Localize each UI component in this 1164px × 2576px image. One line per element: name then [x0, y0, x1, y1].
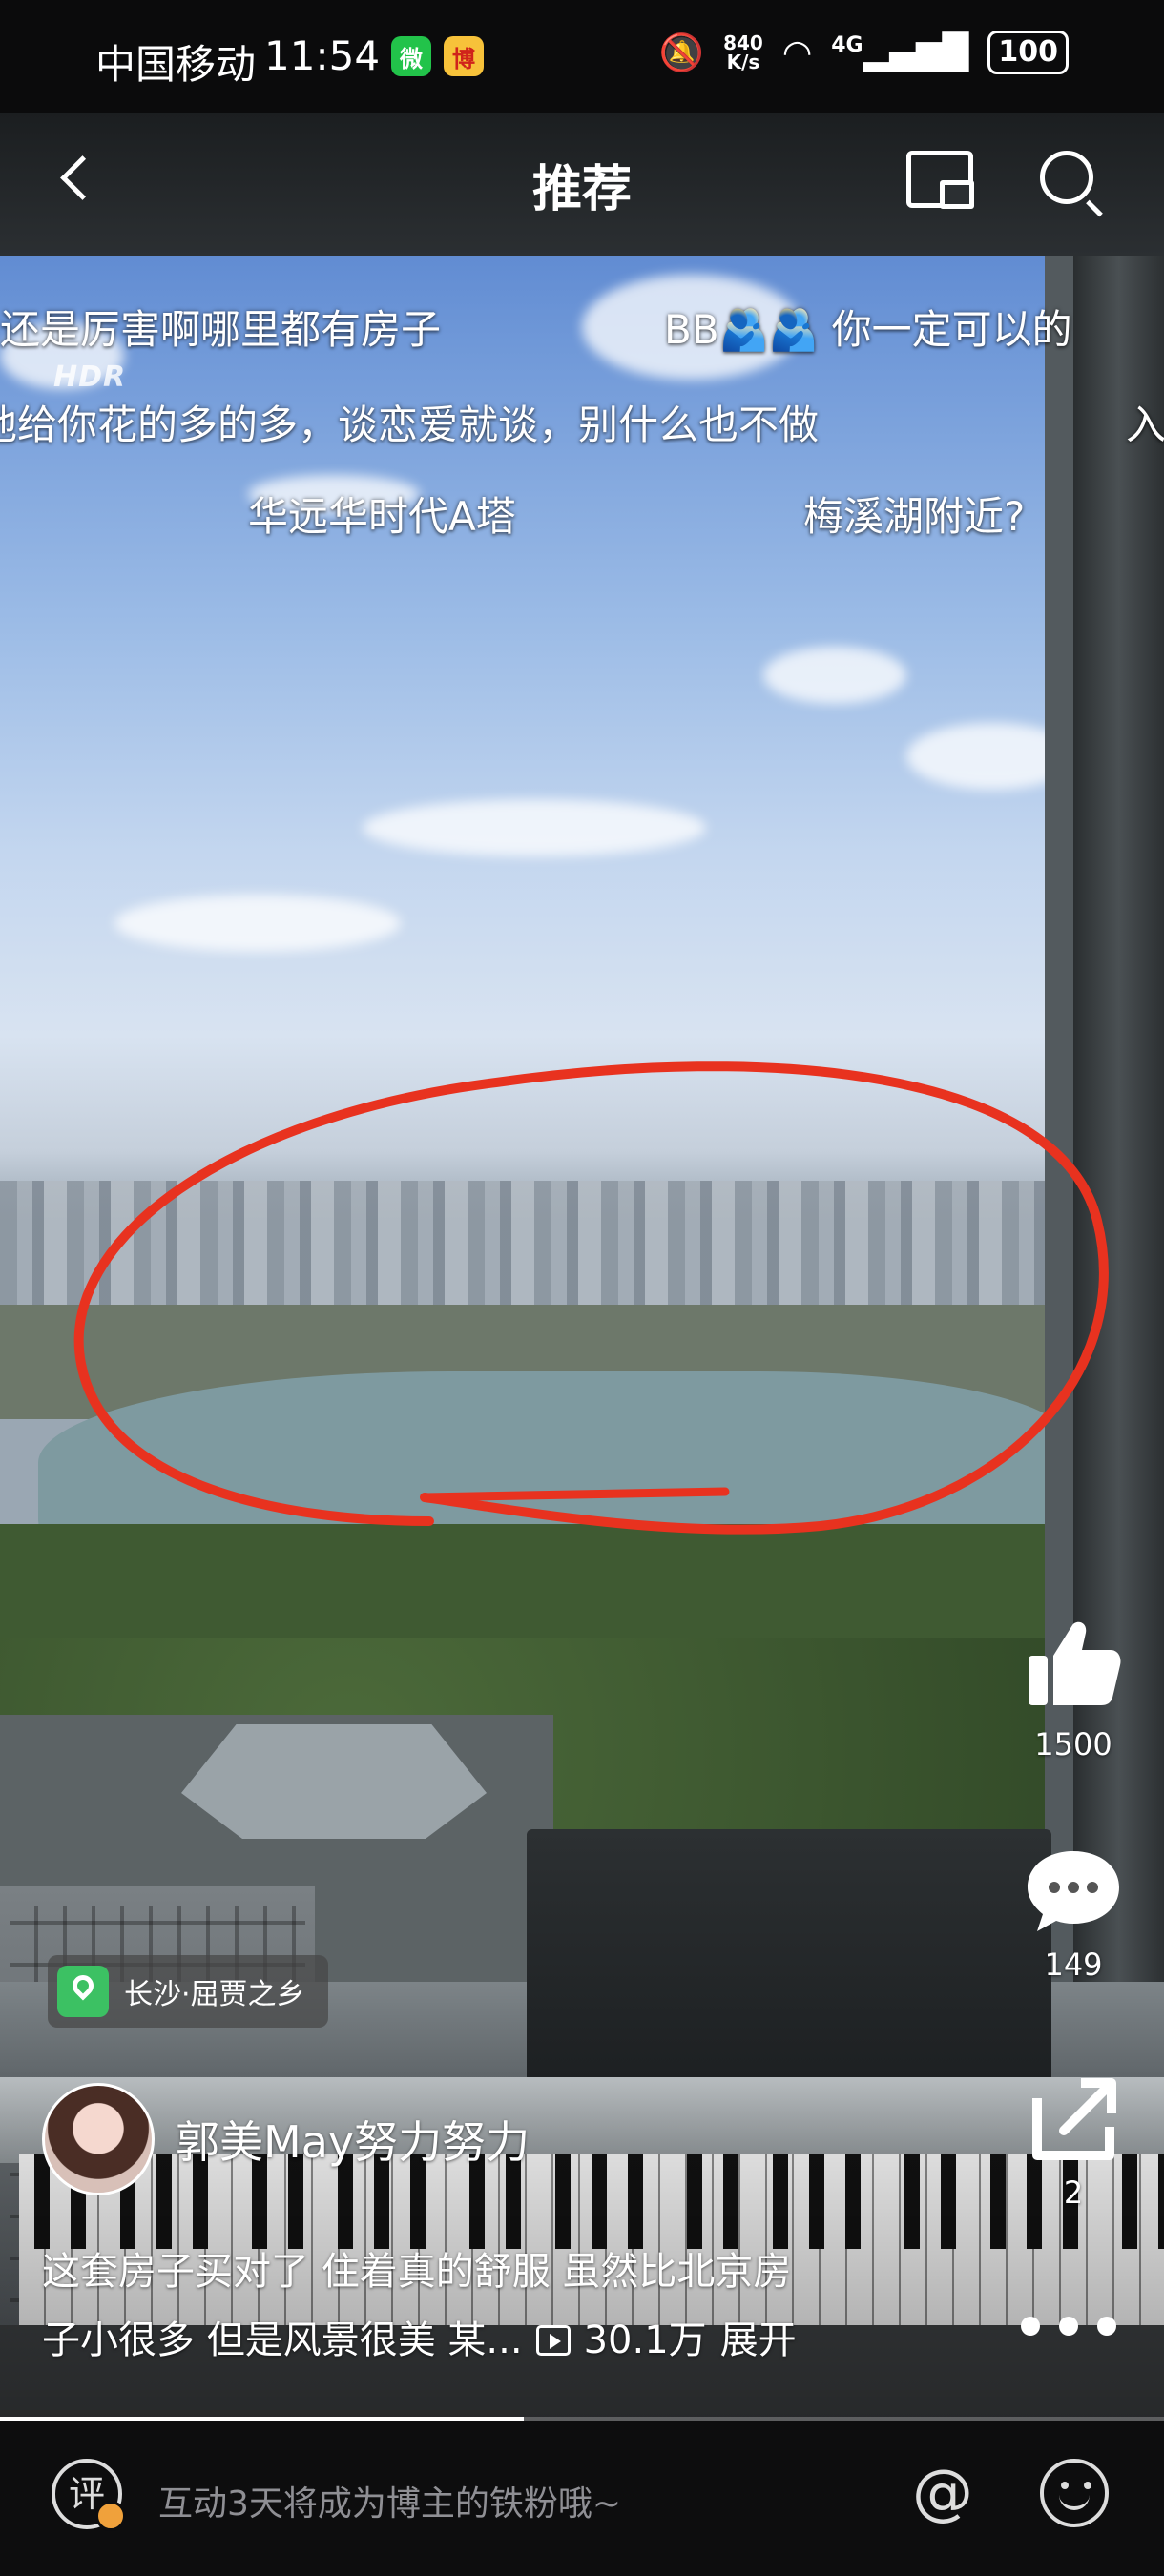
battery-icon: 100 — [987, 31, 1069, 74]
page-title: 推荐 — [531, 161, 632, 218]
view-count: 30.1万 — [583, 2318, 707, 2362]
net-speed-unit: K/s — [726, 51, 760, 73]
bottom-comment-bar: 评 互动3天将成为博主的铁粉哦~ @ — [0, 2421, 1164, 2576]
location-tag[interactable]: 长沙·屈贾之乡 — [48, 1955, 328, 2028]
wechat-icon: 微 — [391, 36, 431, 76]
danmaku-comment: 华远华时代A塔 — [248, 493, 516, 540]
signal-icon: 4G▂▄▆█ — [831, 32, 969, 72]
bell-muted-icon: 🔕 — [658, 31, 705, 73]
author-name[interactable]: 郭美May努力努力 — [176, 2108, 530, 2171]
like-count: 1500 — [1034, 1726, 1112, 1762]
share-button[interactable]: 2 — [1011, 2070, 1135, 2211]
top-nav: 推荐 — [0, 113, 1164, 256]
comment-count: 149 — [1044, 1947, 1103, 1983]
share-icon — [1032, 2078, 1116, 2160]
net-speed: 840 K/s — [723, 33, 763, 72]
location-label: 长沙·屈贾之乡 — [124, 1978, 305, 2011]
emoji-icon[interactable] — [1040, 2459, 1109, 2527]
app-root: HDR 还是厉害啊哪里都有房子 BB🫂🫂 你一定可以的 他给你花的多的多，谈恋爱… — [0, 0, 1164, 2576]
comment-bubble-icon — [1028, 1851, 1119, 1931]
wifi-icon: ◠ — [781, 32, 813, 72]
thumbs-up-icon — [1029, 1621, 1121, 1705]
like-button[interactable]: 1500 — [1011, 1612, 1135, 1762]
battery-level: 100 — [998, 35, 1058, 69]
weibo-icon: 博 — [444, 36, 484, 76]
hdr-badge: HDR — [53, 361, 127, 394]
cast-screen-icon[interactable] — [906, 151, 974, 209]
danmaku-comment: 入 — [1126, 402, 1164, 448]
avatar[interactable] — [42, 2083, 155, 2195]
at-mention-button[interactable]: @ — [906, 2457, 979, 2529]
status-time: 11:54 — [264, 32, 381, 79]
red-circle-annotation — [73, 1061, 1109, 1535]
search-icon[interactable] — [1040, 151, 1093, 204]
status-bar: 中国移动 11:54 微 博 🔕 840 K/s ◠ 4G▂▄▆█ 100 — [0, 0, 1164, 113]
more-options-icon[interactable] — [1021, 2312, 1116, 2340]
comment-button[interactable]: 149 — [1011, 1845, 1135, 1983]
share-count: 2 — [1063, 2174, 1084, 2211]
comment-badge-icon[interactable]: 评 — [52, 2459, 126, 2531]
danmaku-comment: 还是厉害啊哪里都有房子 — [0, 306, 442, 353]
comment-input[interactable]: 互动3天将成为博主的铁粉哦~ — [158, 2476, 621, 2525]
carrier-label: 中国移动 — [95, 41, 257, 88]
danmaku-comment: BB🫂🫂 你一定可以的 — [664, 306, 1072, 353]
description-line: 子小很多 但是风景很美 某... — [42, 2318, 523, 2362]
description-line-2: 子小很多 但是风景很美 某... 30.1万 展开 — [42, 2306, 996, 2375]
expand-link[interactable]: 展开 — [720, 2306, 797, 2375]
danmaku-comment: 他给你花的多的多，谈恋爱就谈，别什么也不做 — [0, 402, 820, 448]
author-info[interactable]: 郭美May努力努力 — [42, 2083, 530, 2195]
video-description[interactable]: 这套房子买对了 住着真的舒服 虽然比北京房 子小很多 但是风景很美 某... 3… — [42, 2237, 996, 2375]
net-speed-value: 840 — [723, 31, 763, 54]
danmaku-comment: 梅溪湖附近? — [803, 493, 1026, 540]
description-line: 这套房子买对了 住着真的舒服 虽然比北京房 — [42, 2250, 792, 2294]
play-count-icon — [535, 2325, 571, 2356]
signal-label: 4G — [831, 32, 863, 57]
location-pin-icon — [57, 1966, 109, 2017]
